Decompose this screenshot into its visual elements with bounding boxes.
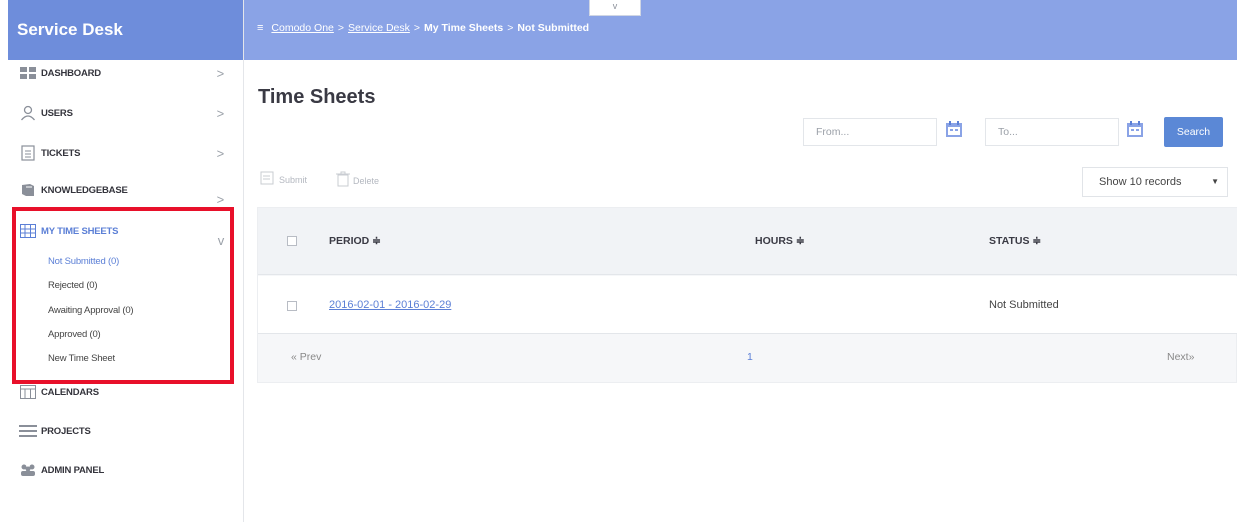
from-date-input[interactable]: From... [803, 118, 937, 146]
sidebar-subitem-new-time-sheet[interactable]: New Time Sheet [48, 353, 115, 364]
breadcrumb-separator: > [507, 22, 514, 34]
sidebar-item-tickets[interactable]: TICKETS > [8, 138, 244, 168]
sidebar-item-label: PROJECTS [41, 425, 91, 437]
pager-page[interactable]: 1 [747, 351, 753, 363]
status-cell: Not Submitted [989, 299, 1059, 311]
caret-down-icon: ▼ [1211, 177, 1219, 186]
calendar-icon[interactable] [1126, 120, 1144, 138]
column-header-status[interactable]: STATUS ≑ [989, 235, 1041, 247]
sidebar-subitem-awaiting-approval[interactable]: Awaiting Approval (0) [48, 305, 134, 316]
chevron-right-icon: > [216, 192, 225, 207]
column-header-hours[interactable]: HOURS ≑ [755, 235, 805, 247]
submit-button[interactable]: Submit [260, 171, 307, 188]
chevron-right-icon: > [216, 145, 225, 161]
table-header: PERIOD ≑ HOURS ≑ STATUS ≑ [258, 208, 1237, 275]
page-title: Time Sheets [258, 86, 376, 108]
sidebar-item-my-time-sheets[interactable]: MY TIME SHEETS v [8, 216, 244, 248]
submit-icon [260, 171, 276, 188]
sidebar-item-label: DASHBOARD [41, 67, 101, 79]
sidebar-item-label: TICKETS [41, 147, 81, 159]
pager-prev[interactable]: « Prev [291, 351, 321, 363]
sidebar: Service Desk DASHBOARD > USERS > TICKETS… [8, 0, 244, 522]
chevron-right-icon: > [216, 105, 225, 121]
breadcrumb-service-desk[interactable]: Service Desk [348, 22, 410, 34]
breadcrumb-comodo-one[interactable]: Comodo One [271, 22, 333, 34]
breadcrumb: ≡ Comodo One > Service Desk > My Time Sh… [257, 22, 589, 34]
row-checkbox[interactable] [287, 301, 297, 311]
user-icon [18, 105, 38, 121]
sidebar-item-dashboard[interactable]: DASHBOARD > [8, 58, 244, 88]
sidebar-item-knowledgebase[interactable]: KNOWLEDGEBASE > [8, 175, 244, 207]
table-row: 2016-02-01 - 2016-02-29 Not Submitted [258, 276, 1237, 334]
sidebar-item-calendars[interactable]: CALENDARS [8, 377, 244, 407]
delete-button[interactable]: Delete [336, 171, 379, 190]
calendar-icon[interactable] [945, 120, 963, 138]
calendar-icon [18, 384, 38, 400]
sidebar-item-label: ADMIN PANEL [41, 464, 105, 476]
search-button[interactable]: Search [1164, 117, 1223, 147]
period-link[interactable]: 2016-02-01 - 2016-02-29 [329, 299, 451, 311]
table-icon [18, 223, 38, 239]
column-header-period[interactable]: PERIOD ≑ [329, 235, 381, 247]
users-icon [18, 462, 38, 478]
records-label: Show 10 records [1099, 176, 1182, 188]
brand-title: Service Desk [8, 0, 243, 60]
chevron-down-icon: v [612, 1, 618, 11]
list-icon [18, 423, 38, 439]
top-bar: v ≡ Comodo One > Service Desk > My Time … [244, 0, 1237, 60]
sidebar-item-projects[interactable]: PROJECTS [8, 416, 244, 446]
breadcrumb-separator: > [413, 22, 421, 34]
breadcrumb-my-time-sheets: My Time Sheets [424, 22, 504, 34]
chevron-right-icon: > [216, 65, 225, 81]
sidebar-item-label: USERS [41, 107, 73, 119]
time-sheets-table: PERIOD ≑ HOURS ≑ STATUS ≑ 2016-02-01 - 2… [257, 207, 1237, 383]
sidebar-item-admin-panel[interactable]: ADMIN PANEL [8, 455, 244, 485]
breadcrumb-not-submitted: Not Submitted [517, 22, 590, 34]
collapse-toggle[interactable]: v [589, 0, 641, 16]
sidebar-item-label: CALENDARS [41, 386, 99, 398]
app-window: Service Desk DASHBOARD > USERS > TICKETS… [0, 0, 1237, 522]
grid-icon [18, 65, 38, 81]
menu-icon[interactable]: ≡ [257, 22, 263, 34]
select-all-checkbox[interactable] [287, 236, 297, 246]
submit-label: Submit [279, 174, 308, 185]
sidebar-subitem-rejected[interactable]: Rejected (0) [48, 280, 98, 291]
to-date-input[interactable]: To... [985, 118, 1119, 146]
sidebar-subitem-not-submitted[interactable]: Not Submitted (0) [48, 256, 119, 267]
book-icon [18, 182, 38, 198]
trash-icon [336, 171, 350, 190]
sidebar-item-label: MY TIME SHEETS [41, 225, 119, 237]
sidebar-subitem-approved[interactable]: Approved (0) [48, 329, 101, 340]
sidebar-item-label: KNOWLEDGEBASE [41, 184, 128, 196]
chevron-down-icon: v [217, 233, 225, 248]
delete-label: Delete [353, 175, 380, 186]
sidebar-item-users[interactable]: USERS > [8, 98, 244, 128]
document-icon [18, 145, 38, 161]
records-per-page-select[interactable]: Show 10 records ▼ [1082, 167, 1228, 197]
pager-next[interactable]: Next» [1167, 351, 1194, 363]
breadcrumb-separator: > [337, 22, 345, 34]
